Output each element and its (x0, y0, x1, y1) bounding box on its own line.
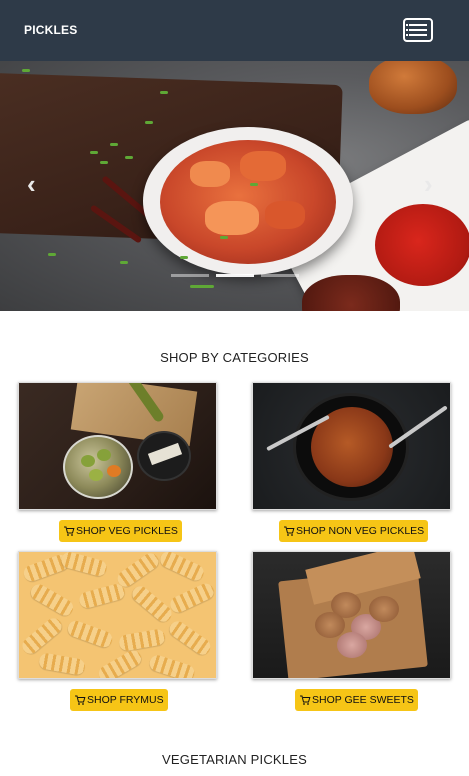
hamburger-menu-icon[interactable] (403, 18, 433, 42)
top-navbar: PICKLES (0, 0, 469, 61)
carousel-indicator-3[interactable] (261, 274, 299, 277)
carousel-next-icon[interactable]: › (424, 171, 433, 197)
hero-carousel: ‹ › (0, 61, 469, 311)
shop-gee-sweets-button[interactable]: SHOP GEE SWEETS (295, 689, 418, 711)
frymus-image[interactable] (18, 551, 217, 679)
shop-gee-sweets-label: SHOP GEE SWEETS (312, 694, 414, 706)
brand-logo-text[interactable]: PICKLES (24, 23, 77, 37)
carousel-indicator-2[interactable] (216, 274, 254, 277)
menu-line (406, 29, 427, 31)
shop-veg-pickles-label: SHOP VEG PICKLES (76, 525, 178, 537)
cart-icon (299, 694, 311, 706)
cart-icon (63, 525, 75, 537)
carousel-indicators (171, 274, 299, 277)
menu-line (406, 24, 427, 26)
shop-non-veg-pickles-label: SHOP NON VEG PICKLES (296, 525, 425, 537)
shop-non-veg-pickles-button[interactable]: SHOP NON VEG PICKLES (279, 520, 429, 542)
vegetarian-pickles-heading: VEGETARIAN PICKLES (162, 752, 307, 767)
veg-pickles-image[interactable] (18, 382, 217, 510)
carousel-prev-icon[interactable]: ‹ (27, 171, 36, 197)
carousel-indicator-1[interactable] (171, 274, 209, 277)
categories-heading: SHOP BY CATEGORIES (160, 350, 309, 365)
shop-frymus-label: SHOP FRYMUS (87, 694, 164, 706)
shop-frymus-button[interactable]: SHOP FRYMUS (70, 689, 168, 711)
cart-icon (283, 525, 295, 537)
cart-icon (74, 694, 86, 706)
gee-sweets-image[interactable] (252, 551, 451, 679)
non-veg-pickles-image[interactable] (252, 382, 451, 510)
menu-line (406, 34, 427, 36)
shop-veg-pickles-button[interactable]: SHOP VEG PICKLES (59, 520, 182, 542)
